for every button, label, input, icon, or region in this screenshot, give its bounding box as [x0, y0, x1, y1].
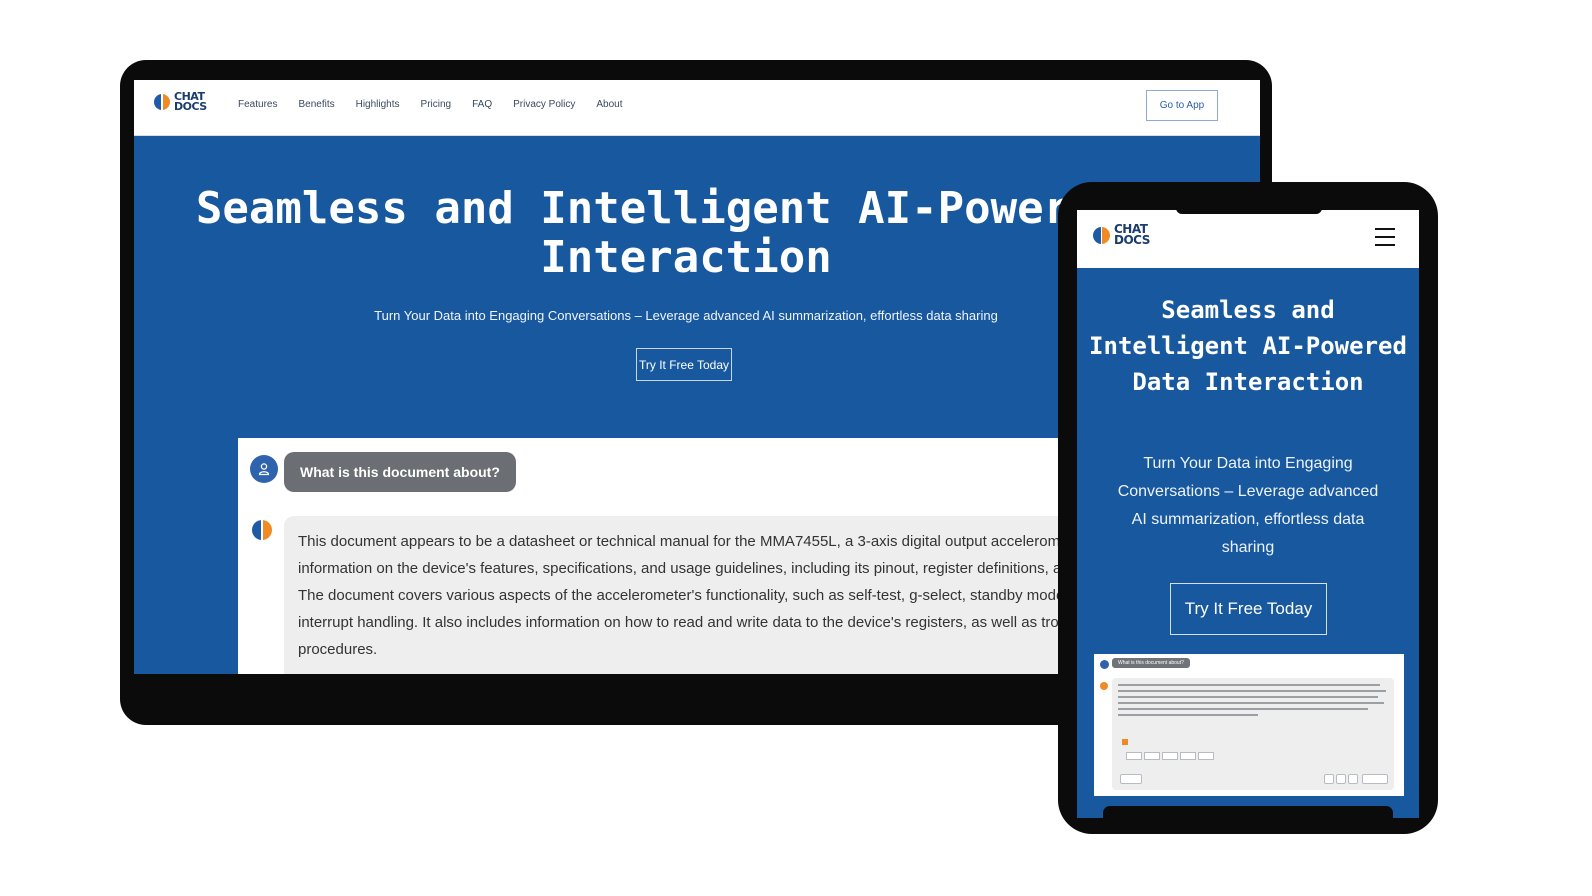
logo-text: CHAT DOCS [1114, 223, 1150, 248]
mini-question-bubble: What is this document about? [1112, 658, 1190, 668]
mini-share-icon[interactable] [1336, 774, 1346, 784]
chat-docs-logo-icon [154, 94, 170, 111]
try-it-free-button[interactable]: Try It Free Today [636, 348, 732, 381]
mini-file-icon [1122, 739, 1128, 745]
phone-hero-title: Seamless and Intelligent AI-Powered Data… [1089, 296, 1407, 396]
logo-text-bottom: DOCS [1114, 233, 1150, 248]
chat-docs-logo-icon [1093, 226, 1110, 244]
phone-notch [1176, 206, 1322, 214]
nav-link-about[interactable]: About [596, 99, 622, 110]
mini-page-chip[interactable] [1162, 752, 1178, 760]
logo-text: CHAT DOCS [174, 91, 207, 114]
mini-answer-line [1118, 708, 1368, 710]
mini-answer-line [1118, 690, 1386, 692]
nav-link-pricing[interactable]: Pricing [421, 99, 452, 110]
phone-screen: CHAT DOCS Seamless and Intelligent AI-Po… [1077, 210, 1419, 818]
desktop-logo[interactable]: CHAT DOCS [154, 91, 207, 114]
hamburger-menu-icon[interactable] [1375, 228, 1395, 246]
go-to-app-button[interactable]: Go to App [1146, 90, 1218, 121]
phone-try-it-free-button[interactable]: Try It Free Today [1170, 583, 1327, 635]
mini-user-avatar-icon [1100, 660, 1109, 669]
mini-answer-bubble [1112, 678, 1394, 790]
mini-save-icon[interactable] [1348, 774, 1358, 784]
user-avatar-icon [250, 455, 278, 483]
nav-link-benefits[interactable]: Benefits [298, 99, 334, 110]
nav-link-faq[interactable]: FAQ [472, 99, 492, 110]
question-bubble: What is this document about? [284, 452, 516, 492]
bot-avatar-icon [252, 520, 272, 540]
phone-chat-preview: What is this document about? [1094, 654, 1404, 796]
nav-link-privacy-policy[interactable]: Privacy Policy [513, 99, 575, 110]
logo-text-bottom: DOCS [174, 100, 207, 114]
user-silhouette-icon [258, 463, 270, 476]
desktop-nav-links: Features Benefits Highlights Pricing FAQ… [238, 99, 623, 110]
mini-action-button[interactable] [1362, 774, 1388, 784]
mini-answer-line [1118, 684, 1380, 686]
phone-bottom-bar [1103, 806, 1393, 818]
mini-copy-icon[interactable] [1324, 774, 1334, 784]
nav-link-features[interactable]: Features [238, 99, 277, 110]
mini-answer-line [1118, 714, 1258, 716]
desktop-navbar: CHAT DOCS Features Benefits Highlights P… [134, 80, 1260, 136]
mini-dropdown[interactable] [1120, 774, 1142, 784]
mini-answer-line [1118, 696, 1378, 698]
phone-hero-subtitle: Turn Your Data into Engaging Conversatio… [1117, 455, 1379, 556]
phone-navbar: CHAT DOCS [1077, 210, 1419, 268]
mini-answer-line [1118, 702, 1384, 704]
phone-logo[interactable]: CHAT DOCS [1093, 223, 1150, 248]
mini-page-chip[interactable] [1198, 752, 1214, 760]
mini-page-chip[interactable] [1126, 752, 1142, 760]
mini-page-chip[interactable] [1180, 752, 1196, 760]
nav-link-highlights[interactable]: Highlights [356, 99, 400, 110]
mini-page-chip[interactable] [1144, 752, 1160, 760]
mini-bot-avatar-icon [1100, 682, 1108, 690]
